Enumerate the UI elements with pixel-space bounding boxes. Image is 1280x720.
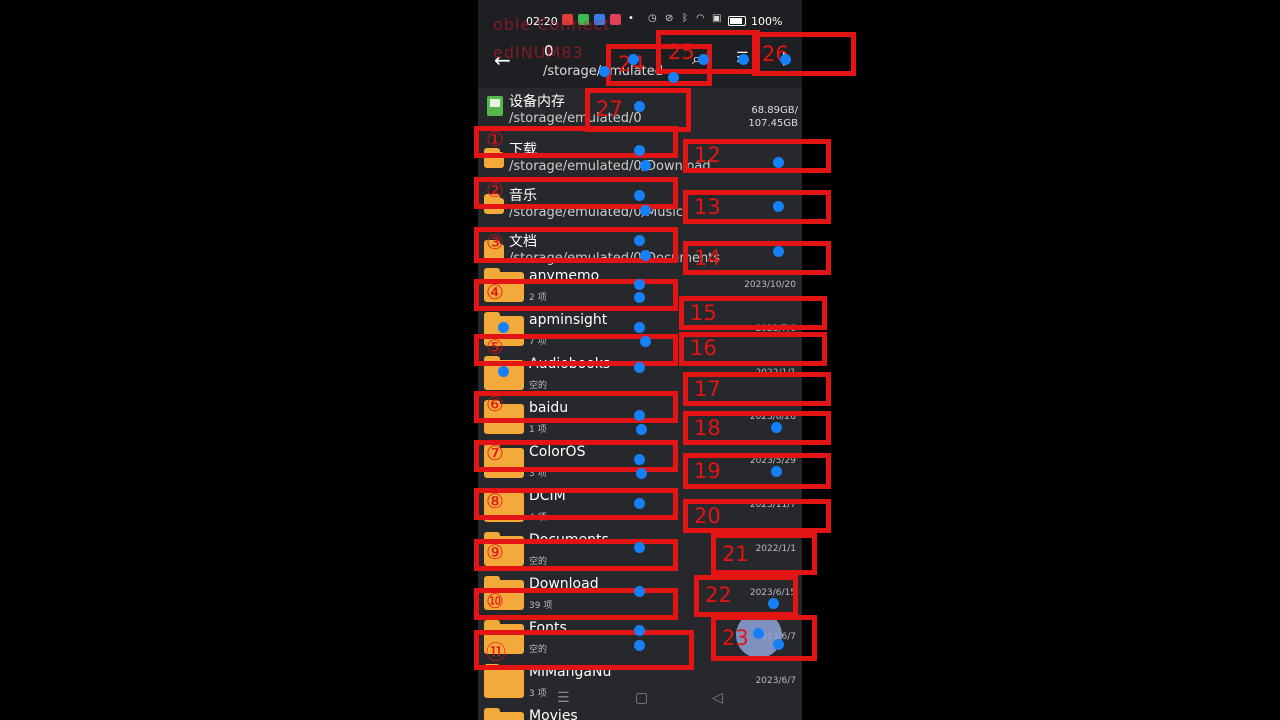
- phone-screen: 02:20 • ◷ ⊘ ᛒ ◠ ▣ 100% ← 0 /storage/emul…: [478, 0, 802, 720]
- search-icon[interactable]: ⌕: [692, 49, 701, 69]
- shortcut-name: 文档: [509, 234, 537, 250]
- folder-date: 2023/5/29: [749, 456, 796, 466]
- sim-icon: ▣: [712, 13, 722, 24]
- list-item[interactable]: anymemo 2 项 2023/10/20: [478, 264, 802, 308]
- folder-meta: 1 项: [529, 425, 547, 435]
- folder-meta: 4 项: [529, 513, 547, 523]
- folder-icon: [484, 488, 524, 522]
- folder-item-count: 0: [544, 42, 554, 60]
- list-view-icon[interactable]: ☰: [736, 50, 749, 66]
- documents-folder-icon: [484, 240, 504, 260]
- list-item[interactable]: Download 39 项 2023/6/15: [478, 572, 802, 616]
- back-icon[interactable]: ←: [494, 48, 511, 72]
- folder-meta: 39 项: [529, 601, 553, 611]
- shortcut-row-music[interactable]: 音乐 /storage/emulated/0/Music: [478, 182, 802, 226]
- folder-date: 2022/1/1: [755, 368, 796, 378]
- folder-icon: [484, 400, 524, 434]
- folder-name: Documents: [529, 532, 609, 548]
- shortcut-row-download[interactable]: 下载 /storage/emulated/0/Download: [478, 136, 802, 180]
- list-item[interactable]: apminsight 7 项 2023/7/6: [478, 308, 802, 352]
- storage-size: 68.89GB/ 107.45GB: [748, 104, 798, 130]
- folder-meta: 空的: [529, 557, 548, 567]
- navigation-bar: ☰ ▢ ◁: [478, 680, 802, 720]
- storage-total: 107.45GB: [748, 118, 798, 129]
- status-time: 02:20: [526, 15, 558, 28]
- shortcut-path: /storage/emulated/0/Download: [509, 159, 711, 174]
- list-item[interactable]: Audiobooks 空的 2022/1/1: [478, 352, 802, 396]
- storage-icon: [487, 96, 503, 116]
- folder-meta: 空的: [529, 645, 548, 655]
- current-path: /storage/emulated: [543, 64, 663, 79]
- bluetooth-icon: ᛒ: [682, 13, 688, 24]
- folder-icon: [484, 532, 524, 566]
- folder-icon: [484, 444, 524, 478]
- folder-icon: [484, 268, 524, 302]
- folder-name: Download: [529, 576, 599, 592]
- folder-name: Audiobooks: [529, 356, 611, 372]
- app-notification-icon: [594, 14, 605, 25]
- folder-meta: 7 项: [529, 337, 547, 347]
- folder-name: anymemo: [529, 268, 600, 284]
- shortcut-path: /storage/emulated/0/Music: [509, 205, 683, 220]
- list-item[interactable]: baidu 1 项 2023/8/28: [478, 396, 802, 440]
- home-icon[interactable]: ▢: [635, 690, 648, 706]
- menu-icon[interactable]: ☰: [557, 690, 570, 706]
- folder-name: MiMangaNu: [529, 664, 612, 680]
- list-item[interactable]: ColorOS 3 项 2023/5/29: [478, 440, 802, 484]
- shortcut-name: 下载: [509, 142, 537, 158]
- battery-text: 100%: [751, 15, 783, 28]
- shortcut-name: 音乐: [509, 188, 537, 204]
- folder-date: 2022/1/1: [755, 544, 796, 554]
- folder-icon: [484, 356, 524, 390]
- status-dot: •: [628, 13, 634, 24]
- folder-name: baidu: [529, 400, 569, 416]
- folder-date: 2023/6/15: [749, 588, 796, 598]
- folder-name: ColorOS: [529, 444, 586, 460]
- folder-icon: [484, 620, 524, 654]
- alarm-icon: ◷: [648, 13, 657, 24]
- shortcut-row-documents[interactable]: 文档 /storage/emulated/0/Documents: [478, 228, 802, 268]
- storage-used: 68.89GB/: [751, 105, 798, 116]
- folder-meta: 空的: [529, 381, 548, 391]
- app-notification-icon: [562, 14, 573, 25]
- download-folder-icon: [484, 148, 504, 168]
- app-notification-icon: [578, 14, 589, 25]
- folder-date: 2023/8/28: [749, 412, 796, 422]
- battery-icon: [728, 16, 746, 26]
- list-item[interactable]: DCIM 4 项 2023/11/7: [478, 484, 802, 528]
- back-triangle-icon[interactable]: ◁: [712, 690, 723, 706]
- folder-meta: 3 项: [529, 469, 547, 479]
- folder-name: Fonts: [529, 620, 567, 636]
- list-item[interactable]: Documents 空的 2022/1/1: [478, 528, 802, 572]
- app-bar: ← 0 /storage/emulated ⌕ ☰ ⋮: [478, 40, 802, 88]
- storage-path: /storage/emulated/0: [509, 111, 642, 126]
- app-notification-icon: [610, 14, 621, 25]
- folder-name: apminsight: [529, 312, 608, 328]
- folder-date: 2023/7/6: [755, 324, 796, 334]
- wifi-icon: ◠: [696, 13, 705, 24]
- folder-name: DCIM: [529, 488, 566, 504]
- folder-icon: [484, 312, 524, 346]
- storage-name: 设备内存: [509, 94, 565, 110]
- floating-action-button[interactable]: [736, 612, 782, 658]
- folder-icon: [484, 576, 524, 610]
- mute-icon: ⊘: [665, 13, 674, 24]
- folder-date: 2023/11/7: [749, 500, 796, 510]
- folder-meta: 2 项: [529, 293, 547, 303]
- more-icon[interactable]: ⋮: [776, 49, 792, 68]
- storage-row[interactable]: 设备内存 /storage/emulated/0 68.89GB/ 107.45…: [478, 88, 802, 132]
- music-folder-icon: [484, 194, 504, 214]
- folder-date: 2023/10/20: [744, 280, 796, 290]
- status-bar: 02:20 • ◷ ⊘ ᛒ ◠ ▣ 100%: [478, 0, 802, 40]
